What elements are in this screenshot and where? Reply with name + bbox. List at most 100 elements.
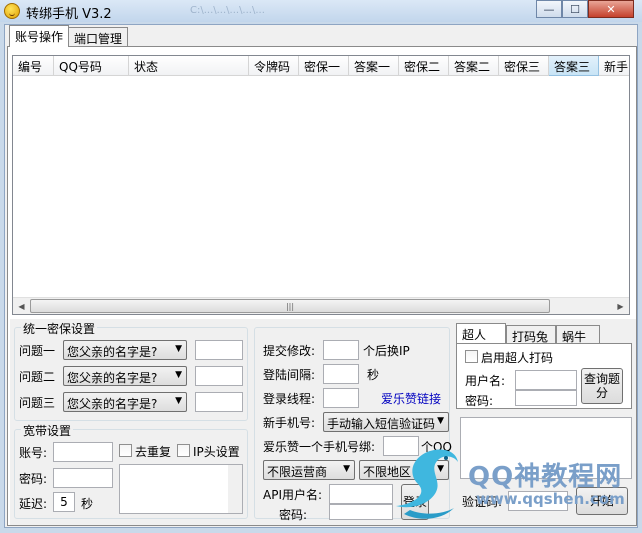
new-phone-mode-select[interactable]: 手动输入短信验证码 ▼ — [323, 412, 449, 432]
minimize-button[interactable]: — — [536, 0, 562, 18]
question2-label: 问题二 — [19, 370, 56, 384]
login-interval-input[interactable] — [323, 364, 359, 384]
question3-select[interactable]: 您父亲的名字是? ▼ — [63, 392, 187, 412]
dedupe-label: 去重复 — [135, 445, 172, 459]
main-client: 账号操作 端口管理 编号 QQ号码 状态 令牌码 密保一 答案一 密保二 答案二… — [4, 24, 638, 528]
tab-label: 打码兔 — [512, 330, 549, 344]
col-header-question2[interactable]: 密保二 — [399, 56, 449, 76]
scroll-thumb[interactable]: ||| — [30, 299, 550, 313]
close-button[interactable]: ✕ — [588, 0, 634, 18]
login-thread-label: 登录线程: — [263, 392, 316, 406]
captcha-code-input[interactable] — [508, 491, 568, 511]
select-value: 手动输入短信验证码 — [327, 417, 436, 431]
captcha-code-label: 验证码: — [462, 495, 503, 509]
api-user-input[interactable] — [329, 484, 393, 504]
broadband-password-input[interactable] — [53, 468, 113, 488]
col-header-status[interactable]: 状态 — [129, 56, 249, 76]
tab-label: 端口管理 — [74, 32, 123, 46]
col-header-qq[interactable]: QQ号码 — [54, 56, 129, 76]
dropdown-arrow-icon: ▼ — [175, 370, 182, 380]
login-interval-unit: 秒 — [367, 368, 380, 382]
aileyun-bind-suffix: 个QQ — [421, 440, 452, 454]
question2-select[interactable]: 您父亲的名字是? ▼ — [63, 366, 187, 386]
dropdown-arrow-icon: ▼ — [343, 464, 350, 474]
settings-area: 统一密保设置 问题一 您父亲的名字是? ▼ 问题二 您父亲的名字是? ▼ 问题三 您… — [10, 319, 636, 525]
dropdown-arrow-icon: ▼ — [437, 416, 444, 426]
broadband-group-title: 宽带设置 — [21, 422, 74, 439]
delay-input[interactable]: 5 — [53, 492, 75, 512]
query-score-button[interactable]: 查询题分 — [581, 368, 623, 404]
tab-damatu[interactable]: 打码兔 — [506, 325, 556, 344]
col-header-id[interactable]: 编号 — [13, 56, 54, 76]
aileyun-bind-input[interactable] — [383, 436, 419, 456]
select-value: 您父亲的名字是? — [67, 345, 158, 359]
broadband-group: 宽带设置 账号: 密码: 延迟: 5 秒 去重复 IP头设置 — [14, 422, 248, 519]
captcha-panel: 启用超人打码 用户名: 密码: 查询题分 — [456, 343, 632, 409]
question1-label: 问题一 — [19, 344, 56, 358]
ip-header-label: IP头设置 — [193, 445, 240, 459]
modify-suffix: 个后换IP — [363, 344, 410, 358]
login-interval-label: 登陆间隔: — [263, 368, 316, 382]
horizontal-scrollbar[interactable]: ◀ ||| ▶ — [13, 297, 629, 314]
submit-group: 提交修改: 个后换IP 登陆间隔: 秒 登录线程: 爱乐赞链接 新手机号: 手动… — [254, 327, 452, 522]
aileyun-bind-label: 爱乐赞一个手机号绑: — [263, 440, 376, 454]
scroll-left-icon[interactable]: ◀ — [13, 298, 30, 314]
tab-label: 超人 — [462, 328, 487, 342]
select-value: 不限地区 — [363, 465, 412, 479]
dropdown-arrow-icon: ▼ — [437, 464, 444, 474]
scroll-grip: ||| — [285, 301, 295, 311]
account-list-view[interactable]: 编号 QQ号码 状态 令牌码 密保一 答案一 密保二 答案二 密保三 答案三 新… — [12, 55, 630, 315]
login-thread-input[interactable] — [323, 388, 359, 408]
security-group: 统一密保设置 问题一 您父亲的名字是? ▼ 问题二 您父亲的名字是? ▼ 问题三 您… — [14, 320, 248, 421]
col-header-answer3[interactable]: 答案三 — [549, 56, 599, 76]
password-label: 密码: — [19, 472, 48, 486]
captcha-username-label: 用户名: — [465, 374, 506, 388]
security-group-title: 统一密保设置 — [21, 320, 98, 337]
col-header-question1[interactable]: 密保一 — [299, 56, 349, 76]
tab-port-management[interactable]: 端口管理 — [68, 27, 129, 47]
tab-label: 账号操作 — [15, 30, 64, 44]
account-tab-page: 编号 QQ号码 状态 令牌码 密保一 答案一 密保二 答案二 密保三 答案三 新… — [7, 46, 637, 526]
col-header-question3[interactable]: 密保三 — [499, 56, 549, 76]
account-label: 账号: — [19, 446, 48, 460]
answer3-input[interactable] — [195, 392, 243, 412]
tab-account-ops[interactable]: 账号操作 — [9, 25, 70, 47]
api-login-button[interactable]: 登录 — [401, 484, 429, 520]
enable-chaoren-checkbox[interactable] — [465, 350, 478, 363]
delay-label: 延迟: — [19, 497, 48, 511]
select-value: 您父亲的名字是? — [67, 371, 158, 385]
captcha-image-box — [460, 417, 632, 479]
aileyun-link[interactable]: 爱乐赞链接 — [381, 390, 441, 407]
modify-count-input[interactable] — [323, 340, 359, 360]
minimize-icon: — — [543, 2, 555, 16]
window-title: 转绑手机 V3.2 — [26, 7, 112, 22]
tab-label: 蜗牛 — [562, 330, 587, 344]
carrier-select[interactable]: 不限运营商 ▼ — [263, 460, 355, 480]
col-header-token[interactable]: 令牌码 — [249, 56, 299, 76]
question1-select[interactable]: 您父亲的名字是? ▼ — [63, 340, 187, 360]
dedupe-checkbox[interactable] — [119, 444, 132, 457]
modify-label: 提交修改: — [263, 344, 316, 358]
close-icon: ✕ — [606, 2, 616, 16]
maximize-icon: ☐ — [570, 2, 580, 16]
textarea-scrollbar[interactable] — [228, 465, 242, 513]
col-header-answer2[interactable]: 答案二 — [449, 56, 499, 76]
captcha-username-input[interactable] — [515, 370, 577, 390]
answer1-input[interactable] — [195, 340, 243, 360]
api-password-input[interactable] — [329, 504, 393, 520]
start-button[interactable]: 开始 — [576, 487, 628, 515]
ip-header-textarea[interactable] — [119, 464, 243, 514]
region-select[interactable]: 不限地区 ▼ — [359, 460, 449, 480]
new-phone-label: 新手机号: — [263, 416, 316, 430]
tab-woniu[interactable]: 蜗牛 — [556, 325, 600, 344]
ip-header-checkbox[interactable] — [177, 444, 190, 457]
col-header-answer1[interactable]: 答案一 — [349, 56, 399, 76]
broadband-account-input[interactable] — [53, 442, 113, 462]
tab-chaoren[interactable]: 超人 — [456, 323, 506, 343]
captcha-password-input[interactable] — [515, 390, 577, 406]
col-header-new-phone[interactable]: 新手 — [599, 56, 629, 76]
scroll-right-icon[interactable]: ▶ — [612, 298, 629, 314]
maximize-button[interactable]: ☐ — [562, 0, 588, 18]
dropdown-arrow-icon: ▼ — [175, 396, 182, 406]
answer2-input[interactable] — [195, 366, 243, 386]
